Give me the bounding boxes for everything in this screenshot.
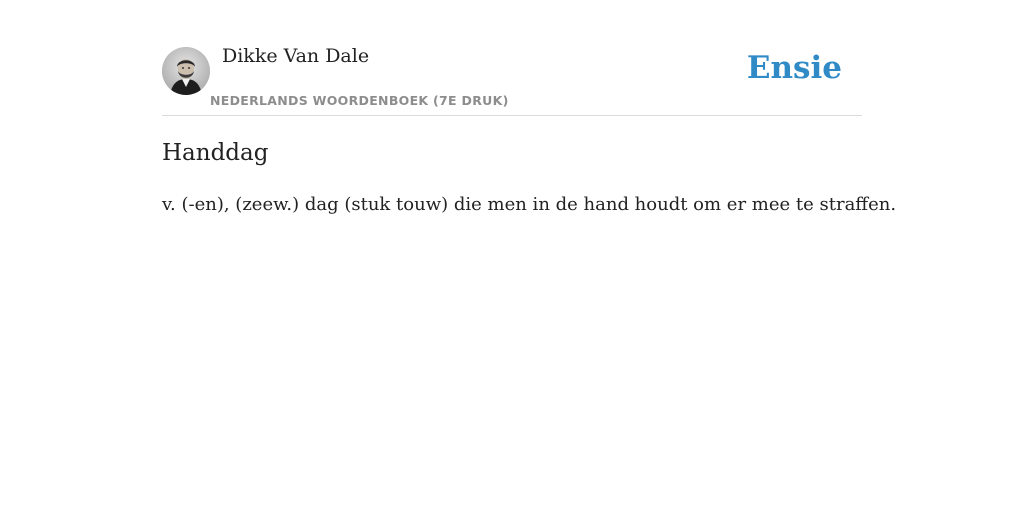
author-avatar[interactable] bbox=[162, 47, 210, 95]
portrait-avatar-icon bbox=[162, 47, 210, 95]
page: Dikke Van Dale NEDERLANDS WOORDENBOEK (7… bbox=[0, 0, 1024, 512]
entry-header: Dikke Van Dale NEDERLANDS WOORDENBOEK (7… bbox=[162, 0, 862, 116]
entry-term: Handdag bbox=[162, 140, 269, 166]
entry-definition: v. (-en), (zeew.) dag (stuk touw) die me… bbox=[162, 194, 897, 215]
author-name[interactable]: Dikke Van Dale bbox=[222, 45, 369, 67]
brand-logo-link[interactable]: Ensie bbox=[747, 50, 842, 86]
content-container: Dikke Van Dale NEDERLANDS WOORDENBOEK (7… bbox=[162, 0, 896, 215]
source-label: NEDERLANDS WOORDENBOEK (7E DRUK) bbox=[210, 93, 509, 108]
